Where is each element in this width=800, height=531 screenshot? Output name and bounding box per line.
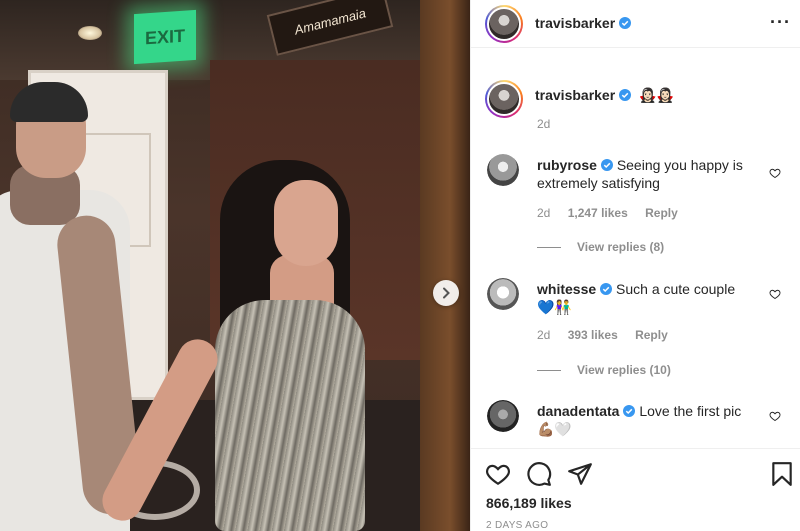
commenter-avatar[interactable] — [487, 400, 519, 432]
verified-badge-icon — [619, 17, 632, 29]
author-username-header[interactable]: travisbarker — [535, 15, 632, 31]
photo-wood-frame — [420, 0, 470, 531]
chevron-right-icon — [443, 287, 450, 299]
verified-badge-icon — [600, 283, 613, 295]
view-replies-line — [537, 247, 561, 249]
post-timestamp[interactable]: 2 DAYS AGO — [486, 520, 548, 531]
verified-badge-icon — [600, 159, 613, 171]
view-replies-line — [537, 370, 561, 372]
comment-emoji: 💪🏽🤍 — [537, 421, 572, 437]
comment-age: 2d — [537, 328, 551, 342]
verified-badge-icon — [623, 405, 636, 417]
comment-text-block: whitesse Such a cute couple 💙👫 — [537, 280, 759, 316]
comment-meta: 2d 1,247 likes Reply — [537, 206, 692, 220]
post-likes-count[interactable]: 866,189 likes — [486, 495, 572, 511]
next-photo-button[interactable] — [433, 280, 459, 306]
view-replies-button[interactable]: View replies (8) — [537, 240, 664, 254]
author-username-text[interactable]: travisbarker — [535, 15, 615, 31]
view-replies-button[interactable]: View replies (10) — [537, 363, 671, 377]
view-replies-label[interactable]: View replies (10) — [577, 363, 671, 377]
comment-likes-count[interactable]: 1,247 likes — [568, 206, 628, 220]
caption-text: 🧛🏻‍♀️🧛🏻‍♀️ — [639, 87, 674, 103]
photo-woman-dress — [215, 300, 365, 531]
verified-badge-icon — [619, 89, 632, 101]
commenter-avatar[interactable] — [487, 278, 519, 310]
view-replies-label[interactable]: View replies (8) — [577, 240, 664, 254]
comment-age: 2d — [537, 206, 551, 220]
caption-age: 2d — [537, 117, 551, 131]
post-side-panel: travisbarker ··· travisbarker 🧛🏻‍♀️🧛🏻‍♀️… — [470, 0, 800, 531]
photo-ceiling-light — [78, 26, 102, 40]
comment-reply-button[interactable]: Reply — [645, 206, 678, 220]
comment-like-heart-icon[interactable] — [769, 167, 781, 179]
comment-text: Love the first pic — [639, 403, 742, 419]
comment-like-heart-icon[interactable] — [769, 288, 781, 300]
commenter-username[interactable]: whitesse — [537, 281, 596, 297]
post-photo: EXIT Amamamaia — [0, 0, 470, 531]
comment-like-heart-icon[interactable] — [769, 410, 781, 422]
commenter-avatar[interactable] — [487, 154, 519, 186]
more-options-icon[interactable]: ··· — [770, 12, 791, 33]
comment-likes-count[interactable]: 393 likes — [568, 328, 618, 342]
photo-exit-sign: EXIT — [134, 9, 196, 65]
post-header: travisbarker ··· — [471, 0, 800, 48]
post-actions-bar: 866,189 likes 2 DAYS AGO — [471, 448, 800, 531]
caption-username[interactable]: travisbarker 🧛🏻‍♀️🧛🏻‍♀️ — [535, 87, 674, 104]
commenter-username[interactable]: rubyrose — [537, 157, 597, 173]
caption-username-text[interactable]: travisbarker — [535, 87, 615, 103]
commenter-username[interactable]: danadentata — [537, 403, 619, 419]
comment-text-block: rubyrose Seeing you happy is extremely s… — [537, 156, 759, 192]
comment-icon[interactable] — [526, 461, 552, 487]
caption-avatar[interactable] — [485, 80, 523, 118]
comment-text-block: danadentata Love the first pic 💪🏽🤍 — [537, 402, 759, 438]
photo-woman-face — [274, 180, 338, 266]
share-icon[interactable] — [567, 461, 593, 487]
comment-text: Such a cute couple — [616, 281, 736, 297]
bookmark-icon[interactable] — [769, 461, 795, 487]
comment-emoji: 💙👫 — [537, 299, 572, 315]
comment-reply-button[interactable]: Reply — [635, 328, 668, 342]
author-avatar[interactable] — [485, 5, 523, 43]
heart-icon[interactable] — [485, 461, 511, 487]
comment-meta: 2d 393 likes Reply — [537, 328, 682, 342]
